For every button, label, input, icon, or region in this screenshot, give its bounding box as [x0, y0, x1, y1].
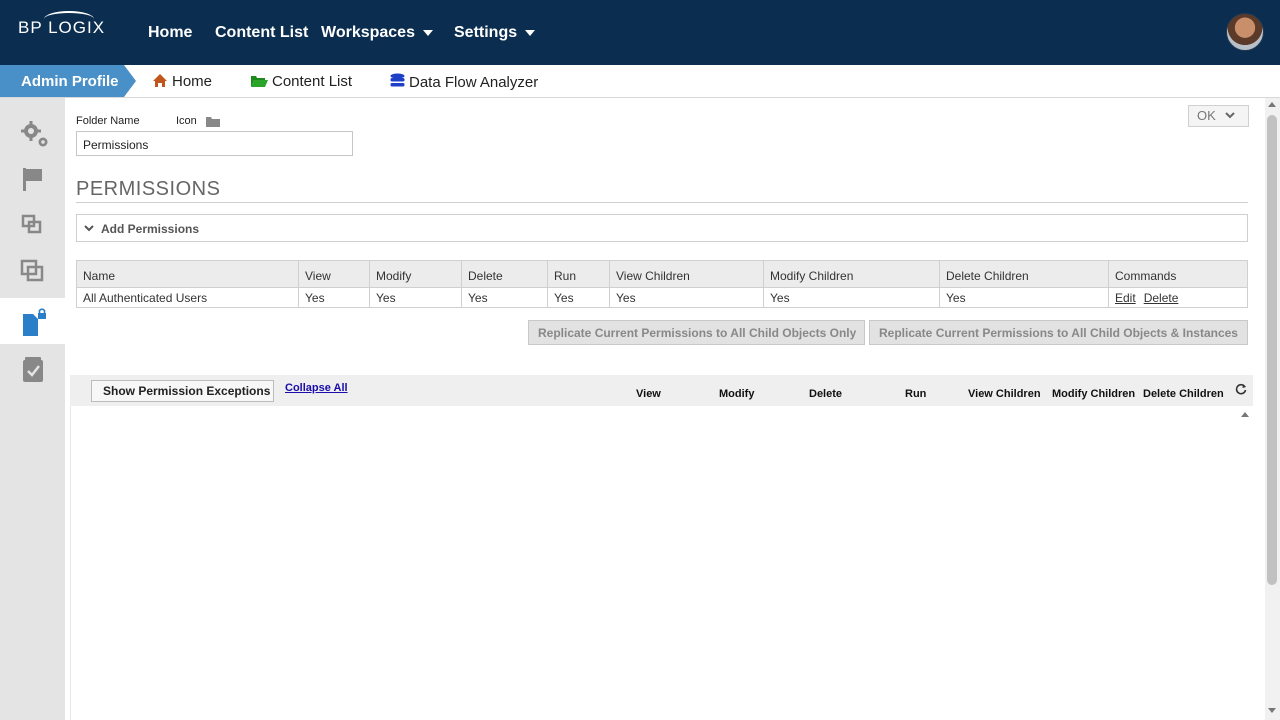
column-header: Delete	[461, 260, 548, 288]
scrollbar-thumb[interactable]	[1267, 115, 1277, 585]
folder-icon[interactable]	[206, 116, 220, 127]
cell-name: All Authenticated Users	[76, 287, 299, 308]
permissions-heading: PERMISSIONS	[76, 178, 221, 200]
caret-down-icon	[422, 29, 433, 36]
flag-icon	[23, 168, 42, 191]
scroll-down-icon[interactable]	[1268, 708, 1276, 713]
database-icon	[390, 73, 405, 93]
column-header: Commands	[1108, 260, 1248, 288]
user-avatar[interactable]	[1226, 13, 1264, 51]
nav-settings[interactable]: Settings	[454, 24, 536, 42]
top-navbar: BP LOGIX Home Content List Workspaces Se…	[0, 0, 1280, 65]
window-restore-icon	[21, 214, 42, 234]
sidebar-item-settings[interactable]	[0, 110, 65, 156]
exception-column-header: View	[636, 388, 661, 400]
bp-logix-logo[interactable]: BP LOGIX	[18, 11, 105, 38]
exception-column-header: Modify	[719, 388, 755, 400]
column-header: Delete Children	[939, 260, 1109, 288]
ok-button-label: OK	[1197, 108, 1216, 123]
clone-icon	[20, 259, 44, 282]
replicate-child-objects-button[interactable]: Replicate Current Permissions to All Chi…	[528, 320, 865, 345]
left-sidebar	[0, 98, 65, 720]
breadcrumb-content-list[interactable]: Content List	[250, 73, 352, 92]
exception-column-header: Delete Children	[1143, 388, 1224, 400]
permissions-table: Name View Modify Delete Run View Childre…	[76, 260, 1248, 308]
add-permissions-toggle[interactable]: Add Permissions	[76, 214, 1248, 242]
breadcrumb-data-flow-analyzer[interactable]: Data Flow Analyzer	[390, 73, 538, 93]
column-header: View	[298, 260, 370, 288]
nav-home-label: Home	[148, 24, 193, 41]
cell-commands: Edit Delete	[1108, 287, 1248, 308]
nav-content-list[interactable]: Content List	[215, 24, 308, 42]
home-icon	[152, 73, 168, 92]
chevron-down-icon	[1225, 112, 1235, 119]
column-header: Modify	[369, 260, 462, 288]
exception-column-header: View Children	[968, 388, 1041, 400]
gears-icon	[21, 121, 48, 147]
cell-delete: Yes	[461, 287, 548, 308]
replicate-child-objects-instances-button[interactable]: Replicate Current Permissions to All Chi…	[869, 320, 1248, 345]
nav-workspaces[interactable]: Workspaces	[321, 24, 433, 42]
ok-button[interactable]: OK	[1188, 105, 1249, 127]
table-row: All Authenticated Users Yes Yes Yes Yes …	[76, 287, 1248, 308]
breadcrumb-home[interactable]: Home	[152, 73, 212, 92]
scroll-up-icon[interactable]	[1268, 102, 1276, 107]
breadcrumb-admin-profile-label: Admin Profile	[21, 73, 119, 90]
column-header: Modify Children	[763, 260, 940, 288]
add-permissions-label: Add Permissions	[101, 222, 200, 236]
sidebar-item-flag[interactable]	[0, 156, 65, 202]
caret-down-icon	[525, 29, 536, 36]
collapse-all-link[interactable]: Collapse All	[285, 382, 348, 394]
cell-view: Yes	[298, 287, 370, 308]
sidebar-item-clone[interactable]	[0, 248, 65, 294]
refresh-icon[interactable]	[1235, 383, 1247, 395]
sidebar-item-permissions[interactable]	[0, 298, 65, 344]
folder-name-label: Folder Name	[76, 115, 140, 127]
nav-settings-label: Settings	[454, 24, 518, 41]
logo-swoosh	[44, 11, 94, 27]
breadcrumb-bar: Admin Profile Home Content List Data Flo…	[0, 65, 1280, 98]
cell-view-children: Yes	[609, 287, 764, 308]
breadcrumb-content-list-label: Content List	[272, 73, 353, 90]
cell-run: Yes	[547, 287, 610, 308]
task-check-icon	[23, 357, 43, 382]
exception-column-header: Run	[905, 388, 927, 400]
column-header: Name	[76, 260, 299, 288]
nav-home[interactable]: Home	[148, 24, 192, 42]
edit-link[interactable]: Edit	[1115, 291, 1136, 305]
icon-label: Icon	[176, 115, 197, 127]
table-header-row: Name View Modify Delete Run View Childre…	[76, 260, 1248, 288]
chevron-down-icon	[84, 225, 94, 232]
folder-open-icon	[250, 74, 268, 92]
sidebar-item-windows[interactable]	[0, 202, 65, 248]
folder-name-input[interactable]: Permissions	[76, 131, 353, 156]
section-divider	[76, 202, 1248, 203]
breadcrumb-data-flow-analyzer-label: Data Flow Analyzer	[409, 74, 539, 91]
exception-column-header: Delete	[809, 388, 843, 400]
column-header: Run	[547, 260, 610, 288]
nav-content-list-label: Content List	[215, 24, 309, 41]
show-permission-exceptions-button[interactable]: Show Permission Exceptions	[91, 380, 274, 402]
nav-workspaces-label: Workspaces	[321, 24, 415, 41]
file-lock-icon	[23, 308, 46, 336]
breadcrumb-home-label: Home	[172, 73, 213, 90]
cell-modify: Yes	[369, 287, 462, 308]
cell-modify-children: Yes	[763, 287, 940, 308]
scroll-up-arrow-icon[interactable]	[1240, 410, 1250, 418]
sidebar-item-tasks[interactable]	[0, 346, 65, 392]
delete-link[interactable]: Delete	[1144, 291, 1179, 305]
breadcrumb-admin-profile[interactable]: Admin Profile	[0, 65, 136, 97]
column-header: View Children	[609, 260, 764, 288]
permission-exceptions-tree[interactable]	[70, 406, 1253, 720]
cell-delete-children: Yes	[939, 287, 1109, 308]
exception-column-header: Modify Children	[1052, 388, 1136, 400]
